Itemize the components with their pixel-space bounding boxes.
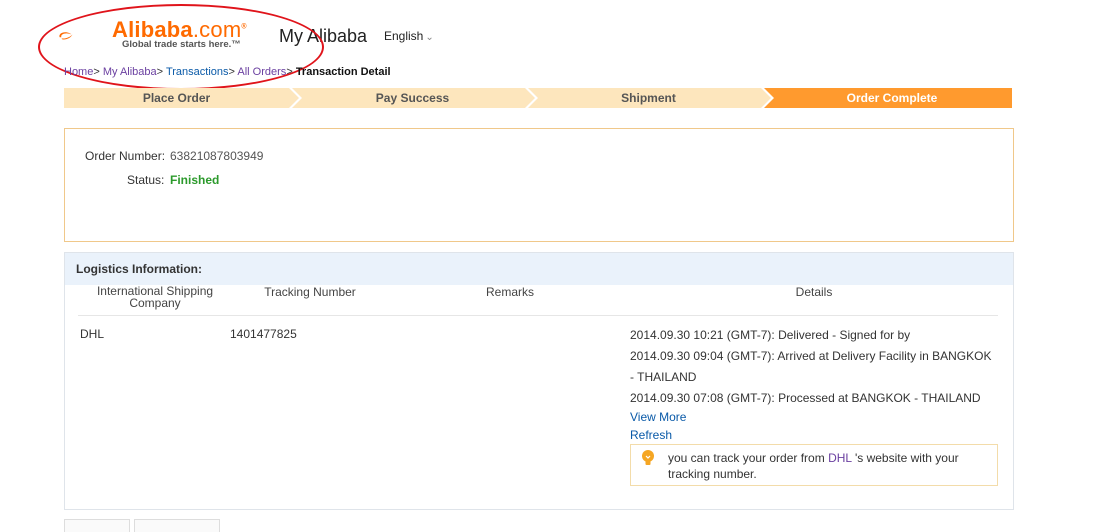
- detail-line: - THAILAND: [630, 370, 697, 384]
- step-order-complete: Order Complete: [846, 91, 938, 105]
- refresh-link[interactable]: Refresh: [630, 428, 672, 442]
- order-progress-steps: Place Order Pay Success Shipment Order C…: [64, 88, 1012, 108]
- step-pay-success: Pay Success: [375, 91, 450, 105]
- breadcrumb-all-orders[interactable]: All Orders: [237, 66, 286, 78]
- column-header-details: Details: [795, 285, 833, 299]
- step-place-order: Place Order: [142, 91, 211, 105]
- breadcrumb-home[interactable]: Home: [64, 66, 93, 78]
- column-header-company-line2: Company: [129, 296, 181, 310]
- bottom-button[interactable]: [134, 519, 220, 532]
- tracking-tip-text: you can track your order from DHL 's web…: [668, 450, 988, 482]
- breadcrumb-separator: >: [156, 66, 164, 78]
- order-number-label: Order Number:: [85, 149, 166, 163]
- logistics-header: [65, 253, 1013, 285]
- language-selector[interactable]: English ⌄: [384, 29, 434, 43]
- row-tracking-number: 1401477825: [230, 327, 297, 341]
- breadcrumb-separator: >: [286, 66, 293, 78]
- bottom-button[interactable]: [64, 519, 130, 532]
- table-divider: [78, 315, 998, 316]
- view-more-link[interactable]: View More: [630, 410, 686, 424]
- breadcrumb-transactions[interactable]: Transactions: [166, 66, 229, 78]
- step-shipment: Shipment: [621, 91, 676, 105]
- dhl-website-link[interactable]: DHL: [828, 451, 852, 465]
- detail-line: 2014.09.30 07:08 (GMT-7): Processed at B…: [630, 391, 981, 405]
- logistics-title: Logistics Information:: [76, 262, 202, 276]
- lightbulb-icon: [642, 450, 654, 465]
- breadcrumb-current: Transaction Detail: [295, 66, 391, 78]
- status-value: Finished: [170, 173, 220, 187]
- column-header-company: International Shipping Company: [80, 285, 230, 309]
- breadcrumb-separator: >: [93, 66, 100, 78]
- column-header-tracking: Tracking Number: [264, 285, 356, 299]
- breadcrumb-my-alibaba[interactable]: My Alibaba: [103, 66, 157, 78]
- tip-text-before: you can track your order from: [668, 451, 829, 465]
- detail-line: 2014.09.30 10:21 (GMT-7): Delivered - Si…: [630, 328, 911, 342]
- language-label: English: [384, 29, 424, 43]
- detail-line: 2014.09.30 09:04 (GMT-7): Arrived at Del…: [630, 349, 992, 363]
- status-label: Status:: [127, 173, 165, 187]
- order-number-value: 63821087803949: [170, 149, 264, 163]
- column-header-remarks: Remarks: [485, 285, 534, 299]
- breadcrumb-separator: >: [228, 66, 235, 78]
- chevron-down-icon: ⌄: [425, 32, 434, 43]
- breadcrumb: Home> My Alibaba> Transactions> All Orde…: [64, 66, 391, 78]
- row-company: DHL: [80, 327, 105, 341]
